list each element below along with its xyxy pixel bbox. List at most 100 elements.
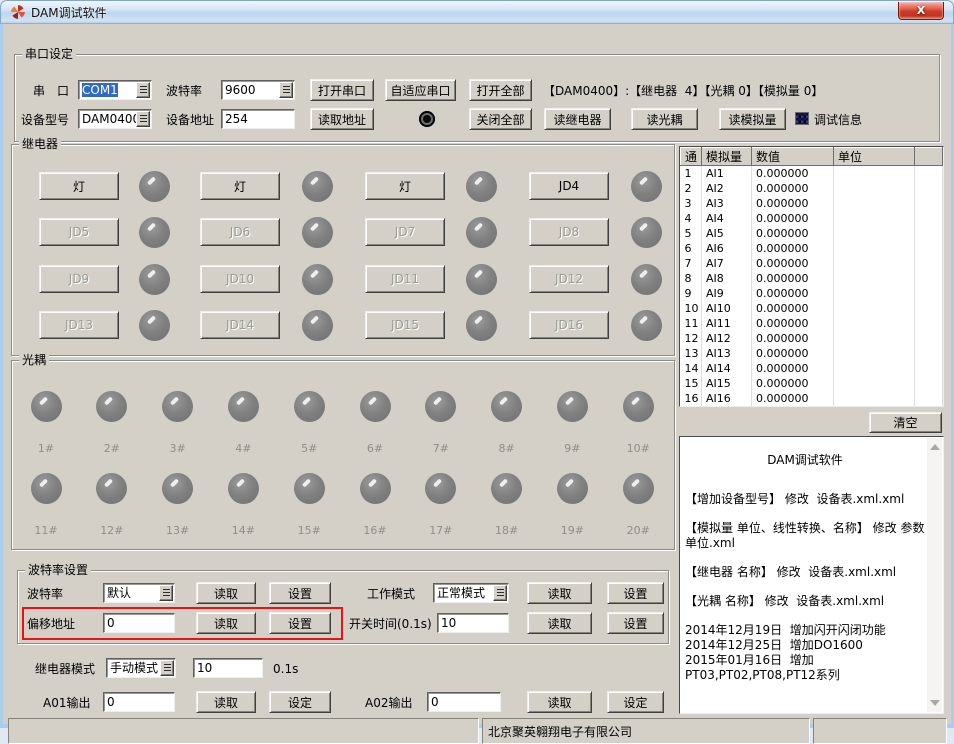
- opto-indicator-14: [228, 473, 259, 504]
- relay-button-4[interactable]: JD4: [529, 172, 609, 200]
- table-row[interactable]: 15AI150.000000: [681, 376, 943, 391]
- close-all-button[interactable]: 关闭全部: [469, 108, 532, 130]
- offset-read-button[interactable]: 读取: [196, 612, 256, 634]
- table-cell: [915, 271, 943, 286]
- close-button[interactable]: X: [898, 2, 944, 20]
- opto-channel-8: 8#: [477, 391, 537, 455]
- open-port-button[interactable]: 打开串口: [310, 79, 374, 101]
- table-row[interactable]: 10AI100.000000: [681, 301, 943, 316]
- table-row[interactable]: 13AI130.000000: [681, 346, 943, 361]
- table-row[interactable]: 5AI50.000000: [681, 226, 943, 241]
- offset-set-button[interactable]: 设置: [269, 612, 331, 634]
- table-row[interactable]: 11AI110.000000: [681, 316, 943, 331]
- table-cell: 0.000000: [752, 196, 834, 211]
- col-header-unit[interactable]: 单位: [834, 148, 915, 166]
- relay-button-8[interactable]: JD8: [529, 218, 609, 246]
- work-mode-select[interactable]: 正常模式: [433, 583, 509, 603]
- read-analog-button[interactable]: 读模拟量: [719, 108, 786, 130]
- read-address-button[interactable]: 读取地址: [310, 108, 374, 130]
- analog-table[interactable]: 通 模拟量 数值 单位 1AI10.0000002AI20.0000003AI3…: [679, 146, 944, 407]
- device-address-input[interactable]: 254: [221, 109, 295, 129]
- auto-adapt-button[interactable]: 自适应串口: [385, 79, 456, 101]
- debug-info-icon[interactable]: [795, 112, 809, 125]
- relay-mode-select[interactable]: 手动模式: [106, 658, 176, 678]
- table-cell: 0.000000: [752, 316, 834, 331]
- table-row[interactable]: 3AI30.000000: [681, 196, 943, 211]
- info-scrollbar[interactable]: [927, 438, 942, 712]
- relay-button-1[interactable]: 灯: [39, 172, 119, 200]
- table-row[interactable]: 2AI20.000000: [681, 181, 943, 196]
- scroll-down-icon[interactable]: [930, 700, 940, 706]
- a02-read-button[interactable]: 读取: [527, 691, 592, 713]
- read-relay-button[interactable]: 读继电器: [544, 108, 611, 130]
- table-row[interactable]: 14AI140.000000: [681, 361, 943, 376]
- switch-time-set-button[interactable]: 设置: [607, 612, 664, 634]
- opto-channel-7: 7#: [411, 391, 471, 455]
- relay-button-12[interactable]: JD12: [529, 265, 609, 293]
- a01-read-button[interactable]: 读取: [196, 691, 256, 713]
- baud-set-button[interactable]: 设置: [269, 582, 331, 604]
- table-cell: 4: [681, 211, 702, 226]
- relay-indicator-15: [466, 310, 497, 341]
- relay-button-11[interactable]: JD11: [365, 265, 445, 293]
- relay-mode-time-input[interactable]: 10: [193, 658, 263, 678]
- model-select[interactable]: DAM0400: [78, 109, 152, 129]
- col-header-value[interactable]: 数值: [752, 148, 834, 166]
- info-panel[interactable]: DAM调试软件 【增加设备型号】 修改 设备表.xml.xml【模拟量 单位、线…: [679, 436, 944, 714]
- relay-button-2[interactable]: 灯: [200, 172, 280, 200]
- table-row[interactable]: 16AI160.000000: [681, 391, 943, 406]
- a01-set-button[interactable]: 设定: [269, 691, 331, 713]
- table-row[interactable]: 6AI60.000000: [681, 241, 943, 256]
- switch-time-read-button[interactable]: 读取: [527, 612, 592, 634]
- dropdown-icon[interactable]: [159, 585, 173, 601]
- relay-button-14[interactable]: JD14: [200, 311, 280, 339]
- table-row[interactable]: 1AI10.000000: [681, 166, 943, 181]
- info-line-3: 【继电器 名称】 修改 设备表.xml.xml: [685, 565, 925, 580]
- dropdown-icon[interactable]: [136, 111, 150, 127]
- col-header-extra[interactable]: [915, 148, 943, 166]
- titlebar[interactable]: DAM调试软件 X: [0, 0, 954, 24]
- scroll-up-icon[interactable]: [930, 444, 940, 450]
- dropdown-icon[interactable]: [493, 585, 507, 601]
- opto-label-7: 7#: [433, 442, 449, 455]
- baud-select[interactable]: 9600: [221, 80, 295, 100]
- dropdown-icon[interactable]: [136, 82, 150, 98]
- table-header-row[interactable]: 通 模拟量 数值 单位: [681, 148, 943, 166]
- col-header-analog[interactable]: 模拟量: [702, 148, 752, 166]
- work-mode-set-button[interactable]: 设置: [607, 582, 664, 604]
- col-header-channel[interactable]: 通: [681, 148, 702, 166]
- clear-button[interactable]: 清空: [869, 412, 942, 433]
- port-select[interactable]: COM1: [78, 80, 152, 100]
- table-row[interactable]: 7AI70.000000: [681, 256, 943, 271]
- relay-button-3[interactable]: 灯: [365, 172, 445, 200]
- baud-setting-select[interactable]: 默认: [103, 583, 175, 603]
- dropdown-icon[interactable]: [279, 82, 293, 98]
- a02-set-button[interactable]: 设定: [607, 691, 664, 713]
- a02-output-input[interactable]: 0: [427, 692, 501, 712]
- relay-button-7[interactable]: JD7: [365, 218, 445, 246]
- table-cell: AI2: [702, 181, 752, 196]
- switch-time-input[interactable]: 10: [437, 613, 509, 633]
- read-opto-button[interactable]: 读光耦: [631, 108, 698, 130]
- relay-button-16[interactable]: JD16: [529, 311, 609, 339]
- table-row[interactable]: 8AI80.000000: [681, 271, 943, 286]
- opto-channel-14: 14#: [213, 473, 273, 537]
- table-cell: 13: [681, 346, 702, 361]
- relay-button-6[interactable]: JD6: [200, 218, 280, 246]
- opto-label-8: 8#: [498, 442, 514, 455]
- offset-input[interactable]: 0: [103, 613, 175, 633]
- baud-read-button[interactable]: 读取: [196, 582, 256, 604]
- relay-button-10[interactable]: JD10: [200, 265, 280, 293]
- table-row[interactable]: 12AI120.000000: [681, 331, 943, 346]
- table-row[interactable]: 9AI90.000000: [681, 286, 943, 301]
- table-row[interactable]: 4AI40.000000: [681, 211, 943, 226]
- work-mode-read-button[interactable]: 读取: [527, 582, 592, 604]
- open-all-button[interactable]: 打开全部: [469, 79, 532, 101]
- a01-output-input[interactable]: 0: [103, 692, 175, 712]
- dropdown-icon[interactable]: [160, 660, 174, 676]
- relay-button-15[interactable]: JD15: [365, 311, 445, 339]
- table-cell: [834, 301, 915, 316]
- relay-button-9[interactable]: JD9: [39, 265, 119, 293]
- relay-button-5[interactable]: JD5: [39, 218, 119, 246]
- relay-button-13[interactable]: JD13: [39, 311, 119, 339]
